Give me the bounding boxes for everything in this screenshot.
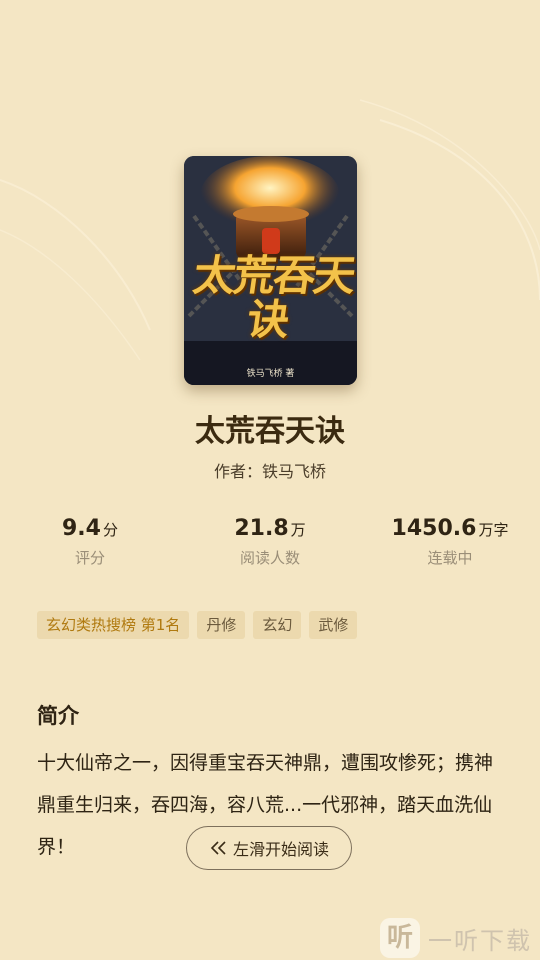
tag-rank[interactable]: 玄幻类热搜榜 第1名 (37, 611, 190, 639)
cover-author: 铁马飞桥 著 (246, 369, 295, 379)
swipe-button-label: 左滑开始阅读 (232, 840, 329, 859)
stat-wordcount-label: 连载中 (427, 549, 473, 567)
stat-rating: 9.4 分 评分 (0, 516, 180, 568)
book-cover[interactable]: 太荒吞天诀 铁马飞桥 著 (184, 156, 357, 385)
stat-wordcount: 1450.6 万字 连载中 (360, 516, 540, 568)
stat-readers: 21.8 万 阅读人数 (180, 516, 360, 568)
double-chevron-left-icon (210, 841, 226, 855)
tag-danxiu[interactable]: 丹修 (197, 611, 246, 639)
stat-readers-unit: 万 (290, 521, 306, 539)
book-title: 太荒吞天诀 (195, 414, 345, 449)
watermark-text: 一听下载 (428, 926, 532, 955)
author-line[interactable]: 作者：铁马飞桥 (0, 458, 540, 482)
watermark: 听 一听下载 (380, 916, 540, 960)
tag-xuanhuan[interactable]: 玄幻 (253, 611, 302, 639)
tag-wuxiu[interactable]: 武修 (309, 611, 358, 639)
intro-heading: 简介 (37, 704, 79, 728)
stat-rating-label: 评分 (74, 549, 105, 567)
swipe-start-reading-button[interactable]: 左滑开始阅读 (186, 826, 352, 870)
tag-list: 玄幻类热搜榜 第1名 丹修 玄幻 武修 (37, 611, 358, 639)
stat-readers-value: 21.8 (234, 516, 289, 541)
stat-readers-label: 阅读人数 (239, 549, 300, 567)
stat-rating-unit: 分 (102, 521, 118, 539)
stat-wordcount-unit: 万字 (478, 521, 509, 539)
stat-wordcount-value: 1450.6 (391, 516, 477, 541)
watermark-logo: 听 (380, 918, 420, 958)
cover-title-art: 太荒吞天诀 (190, 251, 357, 344)
stat-rating-value: 9.4 (62, 516, 101, 541)
